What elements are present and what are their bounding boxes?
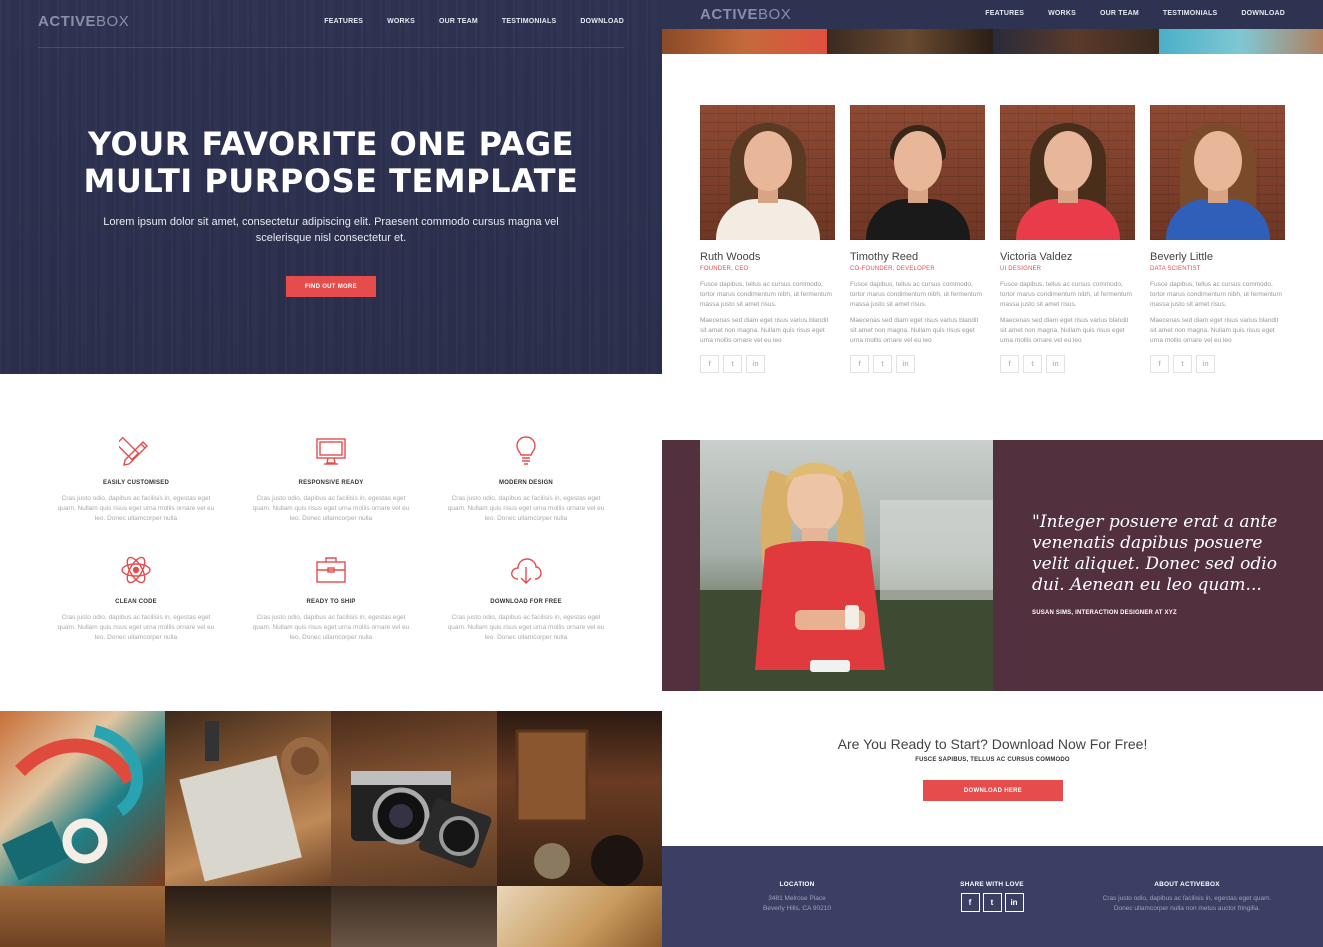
testimonial-photo [700, 440, 993, 691]
nav-works[interactable]: WORKS [1048, 10, 1076, 17]
lightbulb-icon [509, 434, 543, 468]
gallery-tile-signs[interactable] [0, 886, 165, 947]
facebook-icon[interactable]: f [700, 355, 719, 373]
logo[interactable]: ACTIVEBOX [700, 6, 791, 23]
download-here-button[interactable]: DOWNLOAD HERE [923, 780, 1063, 801]
gallery-tile-camera[interactable] [331, 711, 497, 886]
sticky-navigation: ACTIVEBOX FEATURES WORKS OUR TEAM TESTIM… [662, 0, 1323, 29]
twitter-icon[interactable]: t [1023, 355, 1042, 373]
team-section: Ruth Woods FOUNDER, CEO Fusce dapibus, t… [662, 54, 1323, 440]
team-photo [1000, 105, 1135, 240]
twitter-icon[interactable]: t [1173, 355, 1192, 373]
twitter-icon[interactable]: t [982, 893, 1002, 912]
facebook-icon[interactable]: f [1150, 355, 1169, 373]
feature-responsive-ready: RESPONSIVE READY Cras justo odio, dapibu… [251, 434, 411, 524]
facebook-icon[interactable]: f [850, 355, 869, 373]
facebook-icon[interactable]: f [1000, 355, 1019, 373]
top-navigation: ACTIVEBOX FEATURES WORKS OUR TEAM TESTIM… [38, 12, 624, 48]
gallery-tile-typography[interactable] [0, 711, 165, 886]
gallery-tile-typeset[interactable] [331, 886, 497, 947]
testimonial-author: SUSAN SIMS, INTERACTION DESIGNER AT XYZ [1032, 610, 1177, 616]
footer: LOCATION 3481 Melrose Place Beverly Hills… [662, 846, 1323, 947]
team-member-victoria-valdez: Victoria Valdez UI DESIGNER Fusce dapibu… [1000, 105, 1135, 373]
gallery-tile-coffee[interactable] [497, 886, 662, 947]
gallery-strip [662, 29, 1323, 54]
gallery-tile-tools[interactable] [165, 886, 331, 947]
team-photo [1150, 105, 1285, 240]
nav-our-team[interactable]: OUR TEAM [439, 18, 478, 25]
hero-title: YOUR FAVORITE ONE PAGE MULTI PURPOSE TEMP… [83, 125, 579, 200]
linkedin-icon[interactable]: in [746, 355, 765, 373]
features-section: EASILY CUSTOMISED Cras justo odio, dapib… [0, 374, 662, 711]
briefcase-icon [314, 553, 348, 587]
nav-our-team[interactable]: OUR TEAM [1100, 10, 1139, 17]
twitter-icon[interactable]: t [723, 355, 742, 373]
linkedin-icon[interactable]: in [1046, 355, 1065, 373]
cta-title: Are You Ready to Start? Download Now For… [837, 736, 1148, 752]
feature-download-for-free: DOWNLOAD FOR FREE Cras justo odio, dapib… [446, 553, 606, 643]
nav-download[interactable]: DOWNLOAD [580, 18, 624, 25]
linkedin-icon[interactable]: in [1004, 893, 1024, 912]
works-gallery [0, 711, 662, 947]
monitor-icon [314, 434, 348, 468]
gallery-tile-wood-box[interactable] [497, 711, 662, 886]
hero-lead: Lorem ipsum dolor sit amet, consectetur … [103, 216, 559, 244]
linkedin-icon[interactable]: in [896, 355, 915, 373]
atom-icon [119, 553, 153, 587]
twitter-icon[interactable]: t [873, 355, 892, 373]
cloud-download-icon [509, 553, 543, 587]
team-member-beverly-little: Beverly Little DATA SCIENTIST Fusce dapi… [1150, 105, 1285, 373]
feature-clean-code: CLEAN CODE Cras justo odio, dapibus ac f… [56, 553, 216, 643]
feature-easily-customised: EASILY CUSTOMISED Cras justo odio, dapib… [56, 434, 216, 524]
linkedin-icon[interactable]: in [1196, 355, 1215, 373]
footer-location: LOCATION 3481 Melrose Place Beverly Hills… [763, 881, 831, 912]
nav-download[interactable]: DOWNLOAD [1241, 10, 1285, 17]
footer-share: SHARE WITH LOVE f t in [942, 881, 1042, 912]
gallery-tile-notebook[interactable] [165, 711, 331, 886]
team-member-ruth-woods: Ruth Woods FOUNDER, CEO Fusce dapibus, t… [700, 105, 835, 373]
pencil-ruler-icon [115, 434, 153, 468]
nav-testimonials[interactable]: TESTIMONIALS [1163, 10, 1218, 17]
feature-modern-design: MODERN DESIGN Cras justo odio, dapibus a… [446, 434, 606, 524]
testimonial-quote: "Integer posuere erat a ante venenatis d… [1032, 512, 1278, 595]
cta-subtitle: FUSCE SAPIBUS, TELLUS AC CURSUS COMMODO [915, 757, 1070, 763]
nav-testimonials[interactable]: TESTIMONIALS [502, 18, 557, 25]
footer-about: ABOUT ACTIVEBOX Cras justo odio, dapibus… [1102, 881, 1272, 912]
testimonial-section: "Integer posuere erat a ante venenatis d… [662, 440, 1323, 691]
hero-section: ACTIVEBOX FEATURES WORKS OUR TEAM TESTIM… [0, 0, 662, 374]
team-member-timothy-reed: Timothy Reed CO-FOUNDER, DEVELOPER Fusce… [850, 105, 985, 373]
feature-ready-to-ship: READY TO SHIP Cras justo odio, dapibus a… [251, 553, 411, 643]
download-cta-section: Are You Ready to Start? Download Now For… [662, 691, 1323, 846]
nav-features[interactable]: FEATURES [985, 10, 1024, 17]
nav-features[interactable]: FEATURES [324, 18, 363, 25]
logo[interactable]: ACTIVEBOX [38, 13, 129, 30]
nav-works[interactable]: WORKS [387, 18, 415, 25]
find-out-more-button[interactable]: FIND OUT MORE [286, 276, 376, 297]
facebook-icon[interactable]: f [960, 893, 980, 912]
team-photo [700, 105, 835, 240]
team-photo [850, 105, 985, 240]
